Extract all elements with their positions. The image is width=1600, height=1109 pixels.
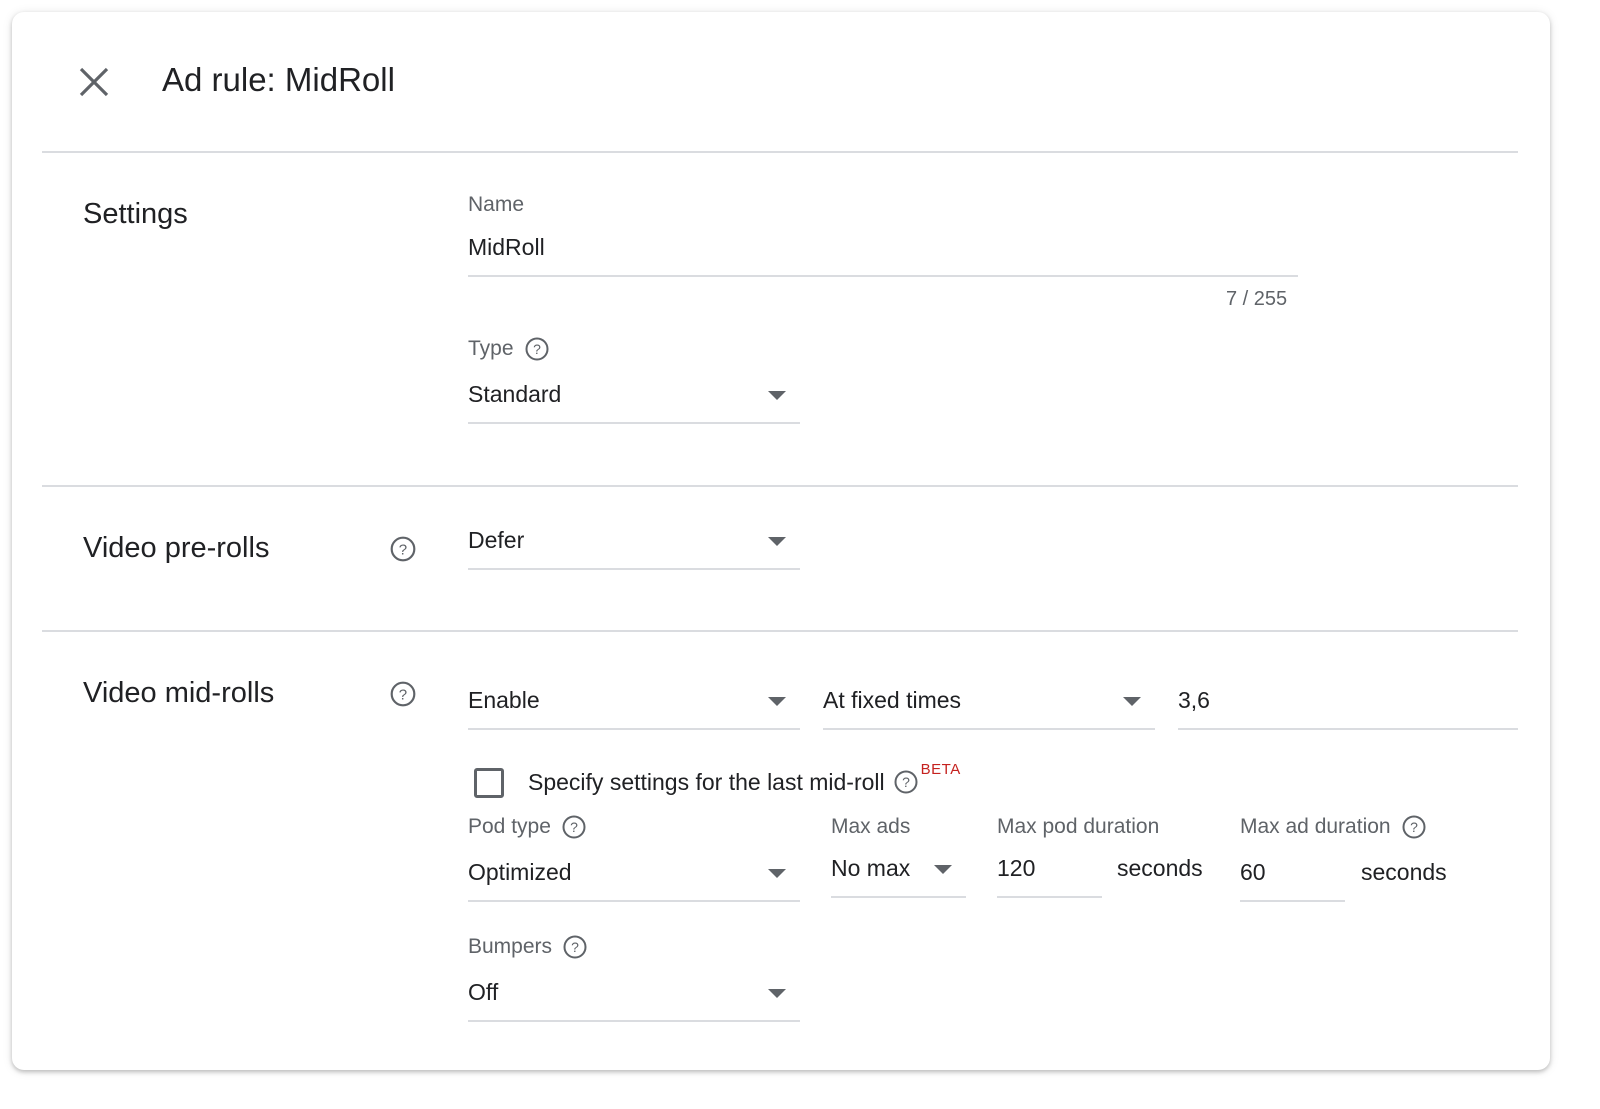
max-ad-duration-label-text: Max ad duration [1240,815,1391,838]
preroll-mode-select[interactable]: Defer [468,525,524,555]
help-icon[interactable]: ? [561,814,587,840]
close-button[interactable] [74,62,114,102]
section-title-settings: Settings [83,198,188,230]
help-icon[interactable]: ? [893,769,919,795]
help-icon[interactable]: ? [1401,814,1427,840]
max-ad-duration-input[interactable]: 60 [1240,857,1266,887]
svg-text:?: ? [399,541,407,558]
chevron-down-icon[interactable] [768,391,786,400]
close-icon [79,67,109,97]
pod-type-select[interactable]: Optimized [468,857,572,887]
midroll-times-input[interactable]: 3,6 [1178,685,1210,715]
bumpers-label-text: Bumpers [468,935,553,958]
chevron-down-icon[interactable] [768,989,786,998]
name-input[interactable]: MidRoll [468,232,545,262]
divider [42,485,1518,487]
svg-text:?: ? [571,939,579,955]
help-icon[interactable]: ? [389,680,417,708]
section-title-prerolls: Video pre-rolls [83,532,270,564]
max-ads-label: Max ads [831,814,910,840]
chevron-down-icon[interactable] [934,865,952,874]
max-pod-duration-input[interactable]: 120 [997,853,1035,883]
max-ads-underline [831,896,966,898]
midroll-mode-underline [468,728,800,730]
pod-type-underline [468,900,800,902]
max-pod-duration-label: Max pod duration [997,814,1159,840]
help-icon[interactable]: ? [389,535,417,563]
name-label: Name [468,192,524,218]
type-select-underline [468,422,800,424]
name-char-counter: 7 / 255 [1226,288,1288,310]
max-ads-select[interactable]: No max [831,853,910,883]
max-pod-duration-unit: seconds [1117,855,1203,881]
divider [42,151,1518,153]
pod-type-label-text: Pod type [468,815,551,838]
max-pod-duration-label-text: Max pod duration [997,815,1160,838]
chevron-down-icon[interactable] [768,537,786,546]
type-label-text: Type [468,337,514,360]
beta-badge: BETA [920,761,961,778]
svg-text:?: ? [1410,819,1418,835]
divider [42,630,1518,632]
svg-text:?: ? [399,686,407,703]
midroll-timing-select[interactable]: At fixed times [823,685,961,715]
bumpers-select[interactable]: Off [468,977,498,1007]
help-icon[interactable]: ? [562,934,588,960]
preroll-select-underline [468,568,800,570]
midroll-timing-underline [823,728,1155,730]
svg-text:?: ? [533,341,541,357]
chevron-down-icon[interactable] [1123,697,1141,706]
last-midroll-checkbox[interactable] [474,768,504,798]
name-label-text: Name [468,193,525,216]
section-title-midrolls: Video mid-rolls [83,677,275,709]
midroll-mode-select[interactable]: Enable [468,685,540,715]
bumpers-underline [468,1020,800,1022]
midroll-times-underline [1178,728,1518,730]
last-midroll-label-text: Specify settings for the last mid-roll [528,769,885,795]
svg-text:?: ? [902,774,910,790]
type-label: Type ? [468,336,550,362]
max-ads-label-text: Max ads [831,815,911,838]
max-ad-duration-label: Max ad duration ? [1240,814,1427,840]
pod-type-label: Pod type ? [468,814,587,840]
max-ad-duration-underline [1240,900,1345,902]
max-ad-duration-unit: seconds [1361,859,1447,885]
svg-text:?: ? [570,819,578,835]
bumpers-label: Bumpers ? [468,934,588,960]
dialog-title: Ad rule: MidRoll [162,61,395,98]
name-input-underline [468,275,1298,277]
max-pod-duration-underline [997,896,1102,898]
type-select[interactable]: Standard [468,379,561,409]
chevron-down-icon[interactable] [768,869,786,878]
last-midroll-label: Specify settings for the last mid-roll ?… [528,761,961,797]
chevron-down-icon[interactable] [768,697,786,706]
help-icon[interactable]: ? [524,336,550,362]
